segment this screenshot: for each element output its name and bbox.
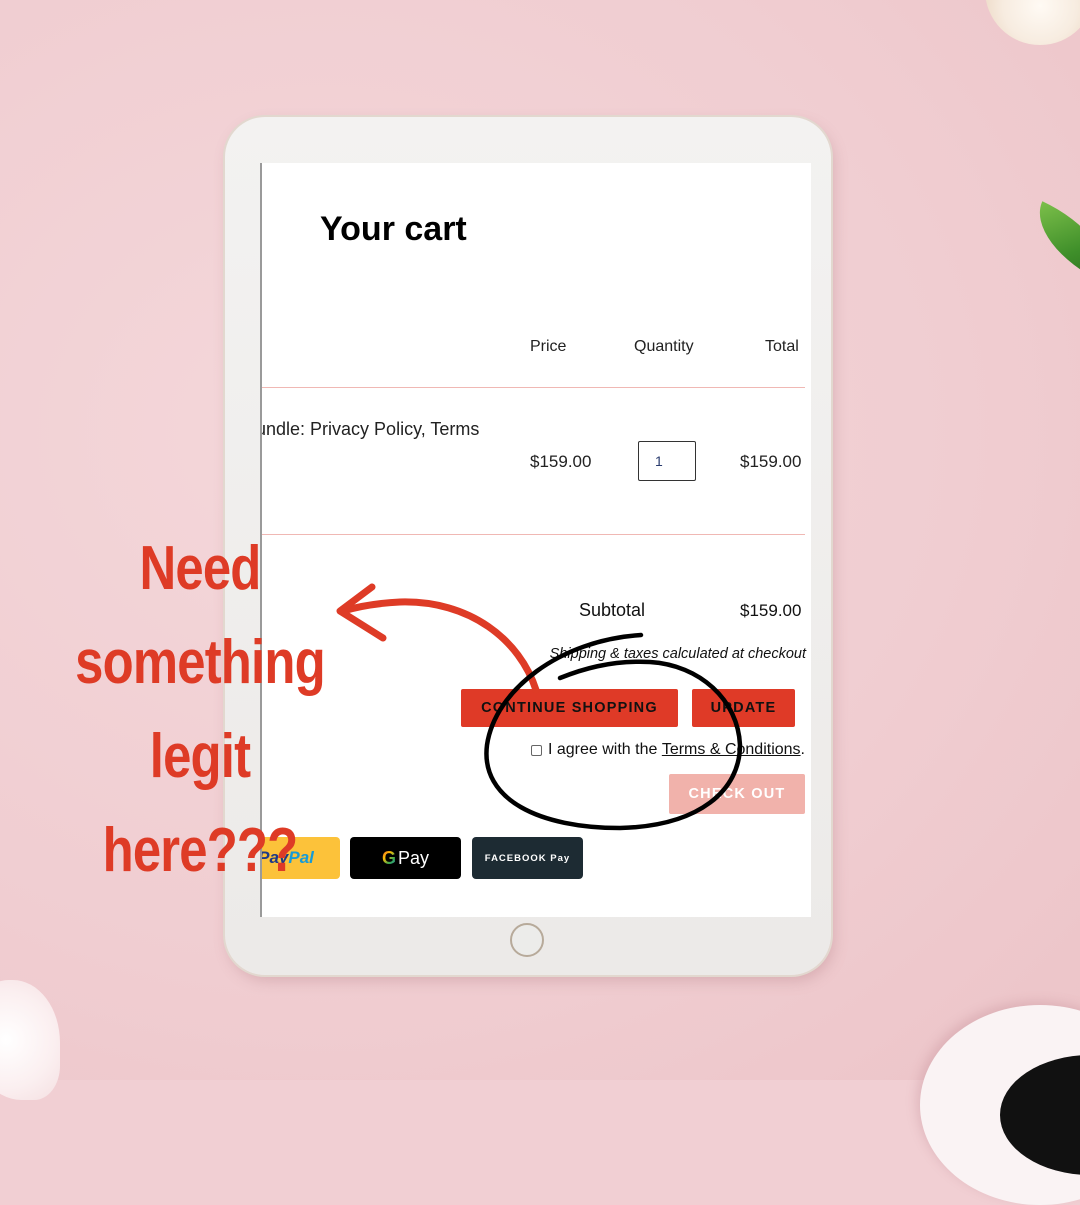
item-price: $159.00 <box>530 452 592 471</box>
google-g-icon: G <box>381 847 396 868</box>
column-header-price: Price <box>530 338 567 355</box>
terms-agreement: I agree with the Terms & Conditions . <box>530 741 805 759</box>
terms-checkbox[interactable] <box>530 744 542 756</box>
google-pay-label: Pay <box>397 847 430 868</box>
continue-shopping-button[interactable]: CONTINUE SHOPPING <box>461 689 678 727</box>
subtotal-value: $159.00 <box>740 601 802 620</box>
annotation-line: legit here??? <box>102 722 299 885</box>
column-header-quantity: Quantity <box>634 338 694 355</box>
quantity-input[interactable] <box>638 441 696 481</box>
table-divider <box>262 387 805 388</box>
product-name-link[interactable]: undle: Privacy Policy, Terms <box>262 419 479 440</box>
update-button[interactable]: UPDATE <box>692 689 795 727</box>
google-pay-button[interactable]: G Pay <box>350 837 461 879</box>
page-title: Your cart <box>320 210 467 248</box>
annotation-line: something <box>75 628 325 697</box>
subtotal-label: Subtotal <box>579 600 646 620</box>
facebook-pay-label: FACEBOOK Pay <box>484 852 571 864</box>
item-total: $159.00 <box>740 452 802 471</box>
facebook-pay-button[interactable]: FACEBOOK Pay <box>472 837 583 879</box>
annotation-text: Need something legit here??? <box>52 522 347 898</box>
agree-text: I agree with the <box>547 741 662 758</box>
checkout-button[interactable]: CHECK OUT <box>669 774 805 814</box>
annotation-line: Need <box>139 534 261 603</box>
home-button[interactable] <box>510 923 544 957</box>
agree-period: . <box>800 741 805 758</box>
shipping-note: Shipping & taxes calculated at checkout <box>549 646 806 662</box>
terms-conditions-link[interactable]: Terms & Conditions <box>662 741 801 759</box>
column-header-total: Total <box>765 338 799 355</box>
